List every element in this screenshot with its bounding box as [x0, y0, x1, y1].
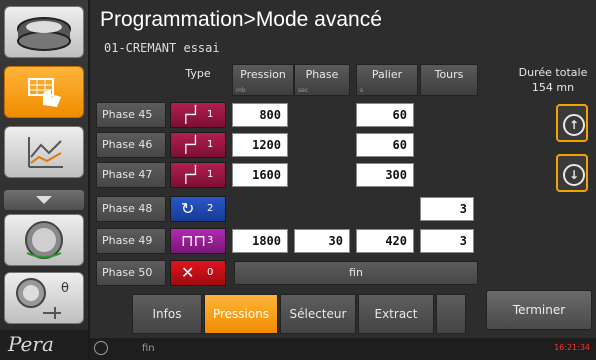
- pression-input[interactable]: 800: [232, 103, 288, 127]
- tab-infos[interactable]: Infos: [132, 294, 202, 334]
- fin-cell: fin: [234, 261, 478, 285]
- tab-pressions[interactable]: Pressions: [204, 294, 278, 334]
- phase-type-button[interactable]: ┌┘ 1: [170, 132, 226, 158]
- phase-type-button[interactable]: ┌┘ 1: [170, 102, 226, 128]
- unit-hint: mb: [236, 87, 246, 94]
- tours-input[interactable]: 3: [420, 197, 474, 221]
- press-icon: [17, 17, 71, 51]
- phase-type-button[interactable]: ⊓⊓ 3: [170, 228, 226, 254]
- step-up-icon: ┌┘: [181, 105, 201, 124]
- tab-extract[interactable]: Extract: [358, 294, 434, 334]
- column-header-palier: Palier s: [356, 64, 418, 96]
- tours-input[interactable]: 3: [420, 229, 474, 253]
- sidebar: θ Pera: [0, 0, 90, 360]
- chart-icon: [28, 137, 63, 168]
- unit-hint: sec: [298, 87, 309, 94]
- knob-icon: [25, 221, 63, 259]
- phase-label: Phase 50: [96, 260, 166, 286]
- pression-input[interactable]: 1600: [232, 163, 288, 187]
- scroll-down-button[interactable]: ↓: [556, 154, 588, 192]
- sidebar-press-button[interactable]: [4, 6, 84, 58]
- terminer-button[interactable]: Terminer: [486, 290, 592, 330]
- sidebar-knob-button[interactable]: [4, 214, 84, 266]
- duree-label: Durée totale: [518, 66, 588, 79]
- status-icon: [94, 341, 108, 355]
- column-header-tours: Tours: [420, 64, 478, 96]
- loop-icon: ↻: [181, 199, 195, 218]
- column-header-phase-label: Phase: [305, 68, 339, 81]
- palier-input[interactable]: 420: [356, 229, 414, 253]
- phase-label: Phase 49: [96, 228, 166, 254]
- palier-input[interactable]: 300: [356, 163, 414, 187]
- pulse-icon: ⊓⊓: [181, 231, 206, 250]
- type-number: 3: [207, 235, 214, 246]
- phase-label: Phase 48: [96, 196, 166, 222]
- logo-strip: Pera: [0, 330, 88, 360]
- page-title: Programmation>Mode avancé: [100, 8, 382, 31]
- status-text: fin: [142, 343, 155, 354]
- pression-input[interactable]: 1200: [232, 133, 288, 157]
- x-icon: ✕: [181, 263, 195, 282]
- theta-label: θ: [61, 281, 69, 296]
- clock: 16:21:34: [554, 343, 590, 352]
- sidebar-scroll-down[interactable]: [4, 190, 84, 210]
- arrow-up-icon: ↑: [563, 114, 585, 136]
- scroll-up-button[interactable]: ↑: [556, 104, 588, 142]
- keypad-hand-icon: [28, 78, 61, 107]
- type-number: 1: [207, 109, 214, 120]
- column-header-pression-label: Pression: [240, 68, 286, 81]
- tab-more[interactable]: [436, 294, 466, 334]
- phase-label: Phase 46: [96, 132, 166, 158]
- program-name: 01-CREMANT essai: [104, 41, 220, 55]
- unit-hint: s: [360, 87, 364, 94]
- palier-input[interactable]: 60: [356, 133, 414, 157]
- sidebar-valve-button[interactable]: θ: [4, 272, 84, 324]
- brand-logo: Pera: [8, 332, 54, 356]
- step-up-icon: ┌┘: [181, 135, 201, 154]
- type-number: 1: [207, 169, 214, 180]
- sidebar-chart-button[interactable]: [4, 126, 84, 178]
- valve-theta-icon: [16, 278, 61, 319]
- type-number: 1: [207, 139, 214, 150]
- sidebar-programming-button[interactable]: [4, 66, 84, 118]
- phase-type-button[interactable]: ┌┘ 1: [170, 162, 226, 188]
- column-header-palier-label: Palier: [371, 68, 403, 81]
- phase-label: Phase 45: [96, 102, 166, 128]
- type-number: 0: [207, 267, 214, 278]
- arrow-down-icon: ↓: [563, 164, 585, 186]
- column-header-type: Type: [185, 67, 211, 80]
- step-up-icon: ┌┘: [181, 165, 201, 184]
- phase-label: Phase 47: [96, 162, 166, 188]
- palier-input[interactable]: 60: [356, 103, 414, 127]
- column-header-pression: Pression mb: [232, 64, 294, 96]
- phase-input[interactable]: 30: [294, 229, 350, 253]
- duree-value: 154 mn: [531, 81, 575, 94]
- type-number: 2: [207, 203, 214, 214]
- column-header-phase: Phase sec: [294, 64, 350, 96]
- status-bar: fin 16:21:34: [90, 338, 596, 360]
- pression-input[interactable]: 1800: [232, 229, 288, 253]
- phase-type-button[interactable]: ↻ 2: [170, 196, 226, 222]
- arrow-down-icon: [36, 196, 52, 204]
- tab-selecteur[interactable]: Sélecteur: [280, 294, 356, 334]
- main-panel: Programmation>Mode avancé 01-CREMANT ess…: [90, 0, 596, 360]
- phase-type-button[interactable]: ✕ 0: [170, 260, 226, 286]
